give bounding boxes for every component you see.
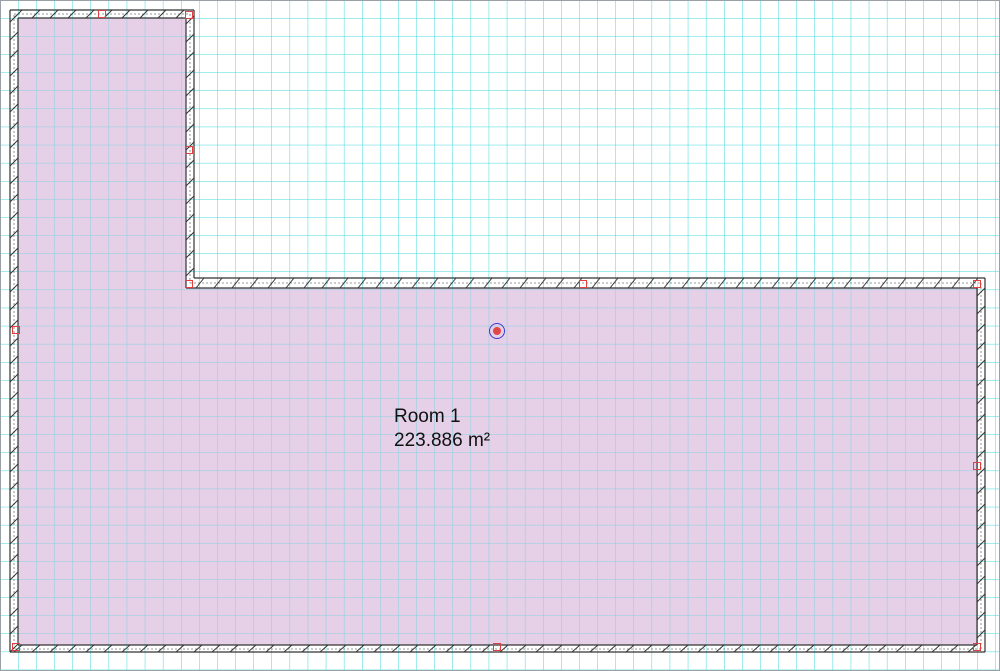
room-area: 223.886 m² (394, 430, 491, 451)
plan-canvas[interactable] (0, 0, 1000, 671)
room-label[interactable]: Room 1 223.886 m² (394, 405, 490, 453)
room-name: Room 1 (394, 406, 461, 427)
